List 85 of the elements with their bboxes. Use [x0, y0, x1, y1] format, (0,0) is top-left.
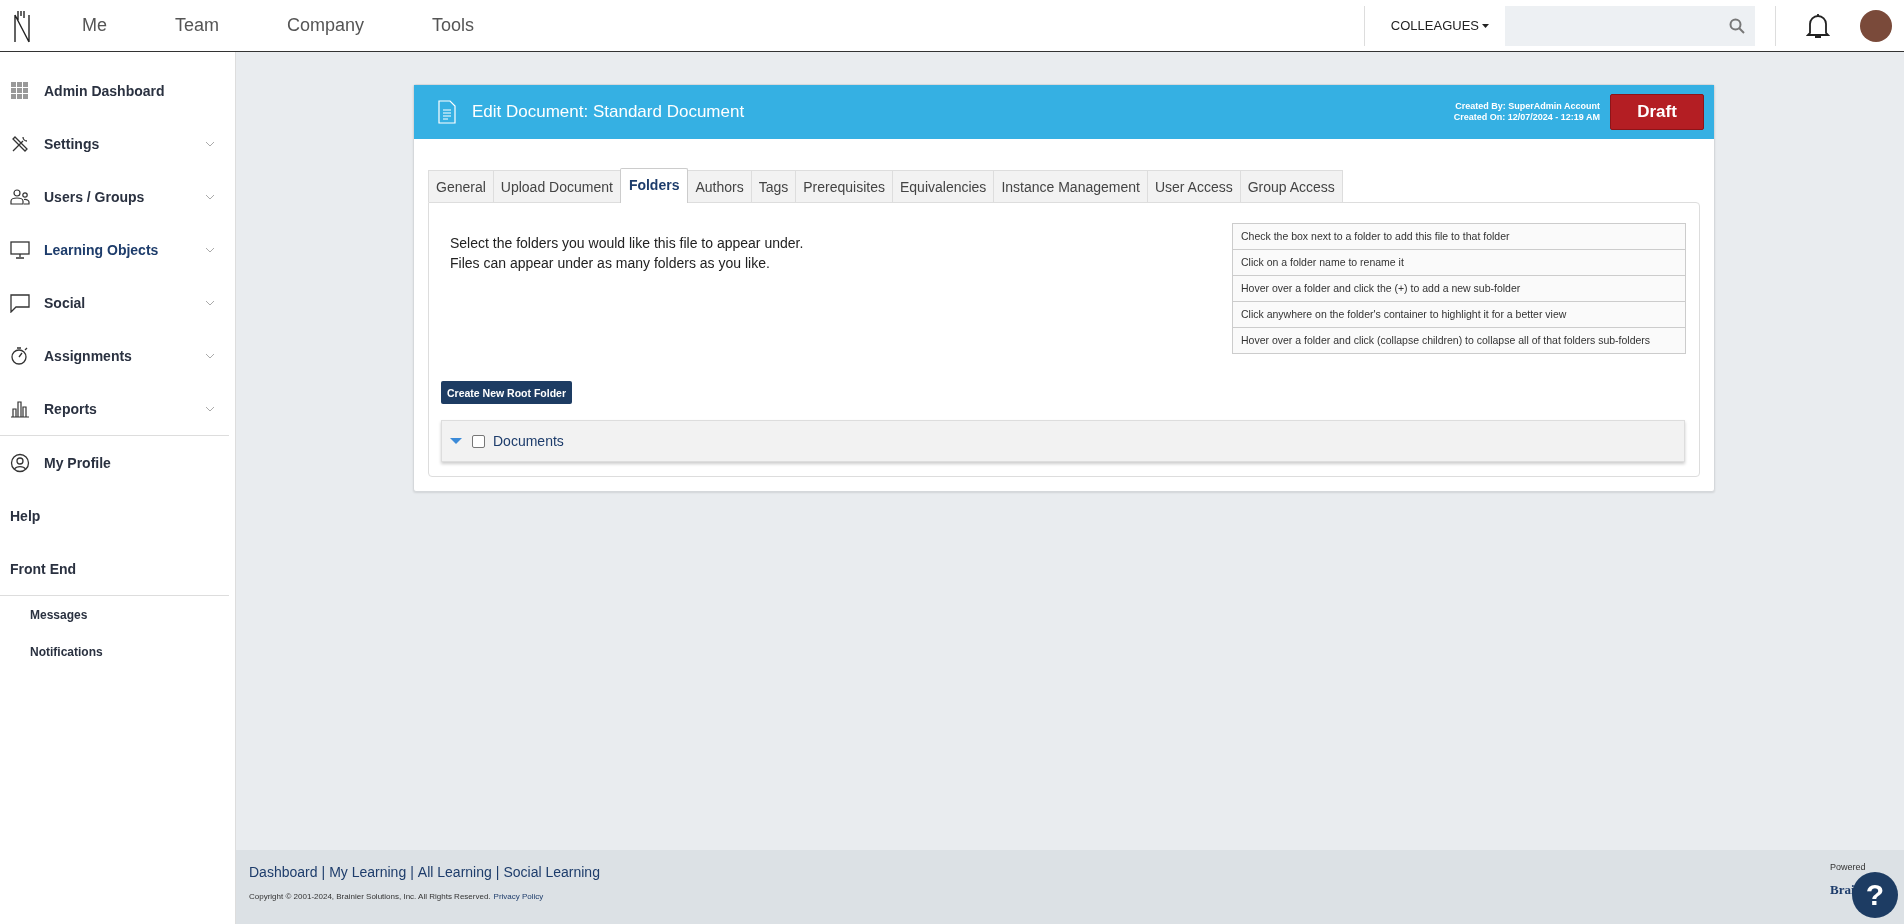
help-row: Click on a folder name to rename it [1233, 249, 1685, 275]
chevron-down-icon [205, 405, 215, 412]
sidebar-label: My Profile [44, 454, 112, 471]
tab[interactable]: Authors [687, 170, 752, 202]
sidebar-item[interactable]: Help [0, 489, 235, 542]
monitor-icon [10, 239, 30, 260]
copyright-text: Copyright © 2001-2024, Brainier Solutions, Inc. All Rights Reserved. [249, 892, 491, 901]
colleagues-dropdown[interactable]: COLLEAGUES [1384, 17, 1495, 34]
separator: | [410, 864, 414, 880]
footer-link[interactable]: My Learning [329, 864, 407, 880]
sidebar-label: Messages [30, 607, 89, 622]
sidebar-item[interactable]: Social [0, 276, 235, 329]
tab[interactable]: Instance Management [993, 170, 1148, 202]
tab[interactable]: Group Access [1239, 170, 1343, 202]
document-icon [438, 100, 456, 124]
sidebar-item[interactable]: Reports [0, 382, 235, 435]
footer-link[interactable]: Social Learning [503, 864, 600, 880]
sidebar-label: Settings [44, 135, 101, 152]
help-row: Check the box next to a folder to add this file to that folder [1233, 224, 1685, 249]
folder-row[interactable]: Documents [441, 420, 1685, 462]
sidebar-item[interactable]: Users / Groups [0, 170, 235, 223]
help-row: Hover over a folder and click (collapse children) to collapse all of that folders sub-folders [1233, 327, 1685, 353]
search-icon[interactable] [1729, 17, 1745, 34]
nav-link[interactable]: Company [257, 15, 403, 36]
help-row: Hover over a folder and click the (+) to add a new sub-folder [1233, 275, 1685, 301]
instruction-text: Select the folders you would like this file to appear under. [450, 234, 804, 253]
bar-chart-icon [10, 398, 30, 419]
tab[interactable]: Folders [619, 168, 689, 203]
speech-bubble-icon [10, 292, 30, 313]
tab[interactable]: User Access [1146, 170, 1241, 202]
sidebar-label: Users / Groups [44, 188, 146, 205]
sidebar-label: Social [44, 294, 87, 311]
tab[interactable]: Tags [750, 170, 797, 202]
nav-link[interactable]: Tools [402, 15, 513, 36]
logo-icon[interactable] [12, 8, 32, 43]
sidebar-label: Assignments [44, 347, 133, 364]
sidebar-label: Help [10, 507, 42, 524]
footer-link[interactable]: Dashboard [249, 864, 318, 880]
tab[interactable]: Prerequisites [795, 170, 893, 202]
sidebar-item[interactable]: Settings [0, 117, 235, 170]
created-by-text: Created By: SuperAdmin Account [1454, 101, 1600, 112]
powered-text: Powered [1830, 862, 1866, 872]
card-title: Edit Document: Standard Document [472, 102, 746, 122]
sidebar-label: Front End [10, 560, 78, 577]
users-icon [10, 186, 30, 207]
created-on-text: Created On: 12/07/2024 - 12:19 AM [1453, 112, 1600, 123]
sidebar-item[interactable]: Learning Objects [0, 223, 235, 276]
caret-icon[interactable] [1482, 23, 1489, 28]
help-row: Click anywhere on the folder's container to highlight it for a better view [1233, 301, 1685, 327]
instruction-text: Files can appear under as many folders as you like. [450, 254, 771, 273]
tab[interactable]: Upload Document [492, 170, 621, 202]
search-field[interactable] [1505, 5, 1755, 46]
bell-icon[interactable] [1806, 12, 1830, 39]
chevron-down-icon [205, 299, 215, 306]
sidebar-label: Learning Objects [44, 241, 160, 258]
sidebar-item[interactable]: Assignments [0, 329, 235, 382]
status-button[interactable]: Draft [1610, 94, 1704, 130]
sidebar-item[interactable]: Front End [0, 542, 235, 595]
create-folder-button[interactable]: Create New Root Folder [441, 381, 573, 404]
sidebar-item[interactable]: Messages [0, 596, 235, 633]
chevron-down-icon [205, 140, 215, 147]
checkbox[interactable] [472, 434, 485, 448]
avatar[interactable] [1860, 9, 1892, 42]
sidebar-item[interactable]: Notifications [0, 633, 235, 670]
sidebar-label: Reports [44, 400, 98, 417]
nav-link[interactable]: Team [145, 15, 258, 36]
privacy-link[interactable]: Privacy Policy [493, 892, 544, 901]
triangle-down-icon[interactable] [450, 437, 462, 445]
separator: | [321, 864, 326, 880]
chevron-down-icon [205, 193, 215, 200]
grid-icon [10, 80, 30, 101]
sidebar-item[interactable]: Admin Dashboard [0, 64, 235, 117]
separator: | [495, 864, 500, 880]
nav-link[interactable]: Me [52, 15, 145, 36]
chevron-down-icon [205, 352, 215, 359]
folder-name[interactable]: Documents [493, 433, 564, 449]
tab[interactable]: General [428, 170, 494, 202]
tab[interactable]: Equivalencies [892, 170, 995, 202]
sidebar-item[interactable]: My Profile [0, 436, 235, 489]
chevron-down-icon [205, 246, 215, 253]
stopwatch-icon [10, 345, 30, 366]
footer-link[interactable]: All Learning [417, 864, 492, 880]
user-circle-icon [10, 452, 30, 473]
sidebar-label: Notifications [30, 644, 104, 659]
sidebar-label: Admin Dashboard [44, 82, 166, 99]
